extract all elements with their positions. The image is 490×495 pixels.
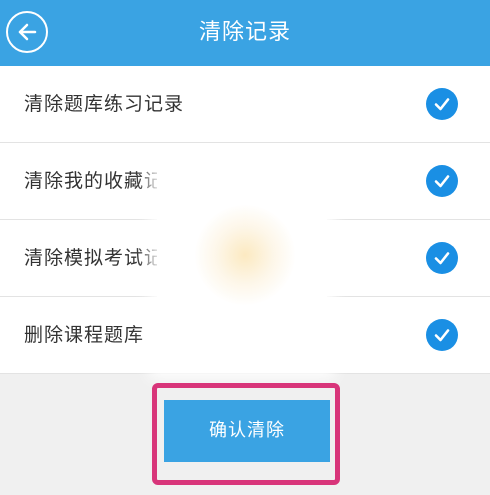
header-bar: 清除记录 [0,0,490,66]
loading-overlay [157,170,327,370]
option-row-practice-records[interactable]: 清除题库练习记录 [0,66,490,143]
confirm-clear-button[interactable]: 确认清除 [164,400,330,462]
loading-spinner-icon [195,205,295,305]
check-circle-icon[interactable] [426,319,458,351]
check-circle-icon[interactable] [426,88,458,120]
option-label: 清除题库练习记录 [24,93,185,115]
option-label: 删除课程题库 [24,324,145,346]
page-title: 清除记录 [198,20,291,45]
check-circle-icon[interactable] [426,165,458,197]
check-circle-icon[interactable] [426,242,458,274]
